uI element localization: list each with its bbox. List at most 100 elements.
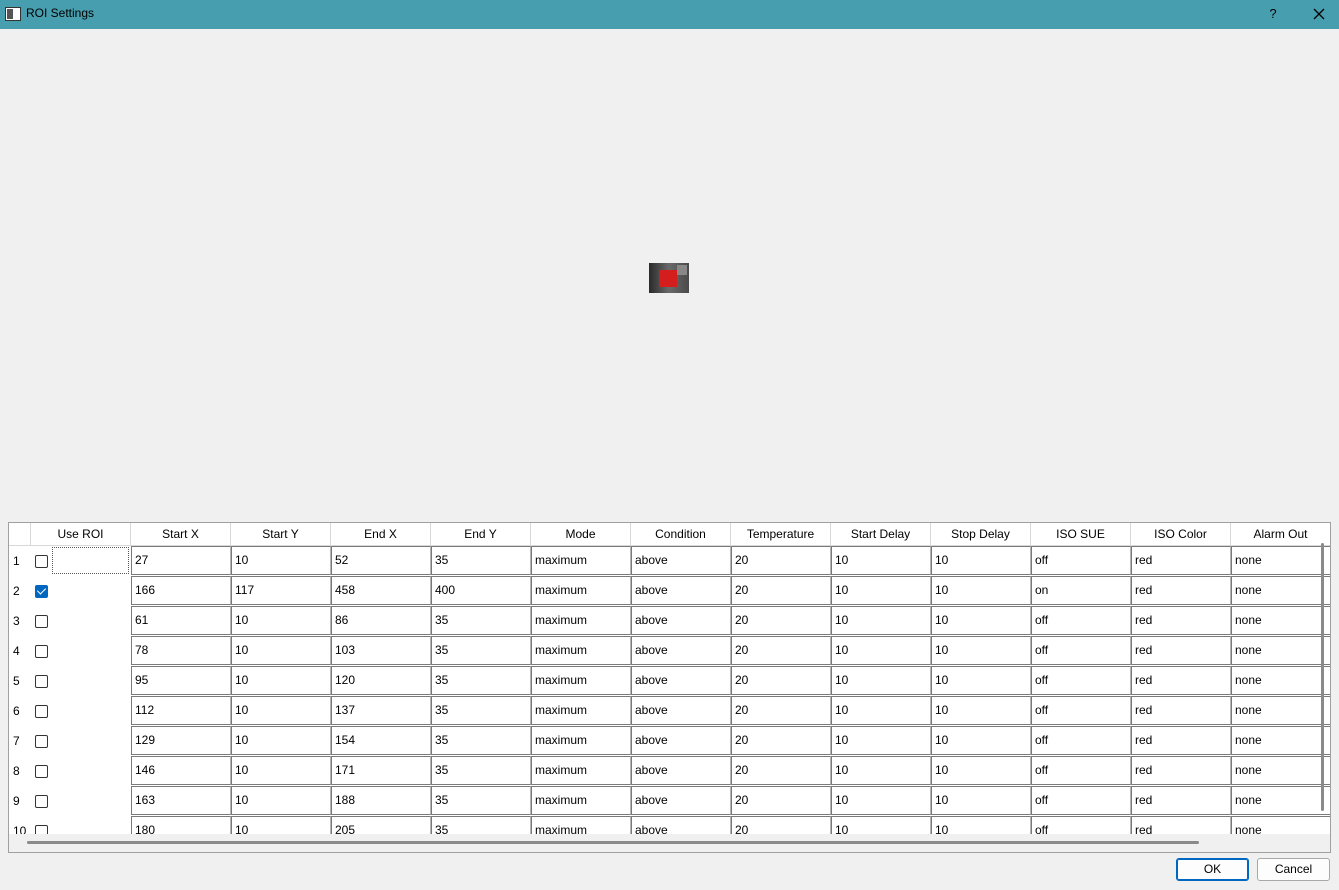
table-cell[interactable]: none bbox=[1231, 666, 1330, 695]
column-header[interactable]: ISO SUE bbox=[1031, 523, 1131, 546]
table-cell[interactable]: off bbox=[1031, 546, 1131, 575]
table-cell[interactable]: 166 bbox=[131, 576, 231, 605]
table-cell[interactable]: 35 bbox=[431, 636, 531, 665]
table-cell[interactable]: 10 bbox=[231, 756, 331, 785]
cancel-button[interactable]: Cancel bbox=[1257, 858, 1330, 881]
table-cell[interactable]: 95 bbox=[131, 666, 231, 695]
table-cell[interactable]: 163 bbox=[131, 786, 231, 815]
table-cell[interactable]: none bbox=[1231, 786, 1330, 815]
table-cell[interactable]: red bbox=[1131, 756, 1231, 785]
table-cell[interactable]: 10 bbox=[231, 696, 331, 725]
table-cell[interactable]: 10 bbox=[831, 606, 931, 635]
use-roi-checkbox[interactable] bbox=[35, 585, 48, 598]
table-cell[interactable]: none bbox=[1231, 636, 1330, 665]
table-cell[interactable]: above bbox=[631, 546, 731, 575]
table-cell[interactable]: off bbox=[1031, 786, 1131, 815]
table-cell[interactable]: 10 bbox=[931, 696, 1031, 725]
table-cell[interactable]: 10 bbox=[831, 666, 931, 695]
use-roi-checkbox[interactable] bbox=[35, 765, 48, 778]
table-cell[interactable]: maximum bbox=[531, 606, 631, 635]
help-button[interactable]: ? bbox=[1258, 0, 1288, 29]
table-cell[interactable]: red bbox=[1131, 666, 1231, 695]
table-cell[interactable]: 20 bbox=[731, 666, 831, 695]
table-cell[interactable]: 27 bbox=[131, 546, 231, 575]
vertical-scrollbar[interactable] bbox=[1321, 543, 1324, 811]
table-cell[interactable]: maximum bbox=[531, 696, 631, 725]
table-cell[interactable]: 129 bbox=[131, 726, 231, 755]
table-cell[interactable]: red bbox=[1131, 606, 1231, 635]
table-cell[interactable]: 10 bbox=[831, 546, 931, 575]
table-cell[interactable]: 112 bbox=[131, 696, 231, 725]
table-cell[interactable]: none bbox=[1231, 756, 1330, 785]
column-header[interactable]: Stop Delay bbox=[931, 523, 1031, 546]
column-header[interactable]: Alarm Out bbox=[1231, 523, 1330, 546]
table-cell[interactable]: 35 bbox=[431, 546, 531, 575]
use-roi-checkbox[interactable] bbox=[35, 555, 48, 568]
table-cell[interactable]: off bbox=[1031, 606, 1131, 635]
table-cell[interactable]: 10 bbox=[831, 636, 931, 665]
column-header[interactable]: ISO Color bbox=[1131, 523, 1231, 546]
table-cell[interactable]: 20 bbox=[731, 756, 831, 785]
table-cell[interactable]: on bbox=[1031, 576, 1131, 605]
table-cell[interactable]: off bbox=[1031, 696, 1131, 725]
table-cell[interactable]: 154 bbox=[331, 726, 431, 755]
table-cell[interactable]: 171 bbox=[331, 756, 431, 785]
table-cell[interactable]: 10 bbox=[831, 576, 931, 605]
table-cell[interactable]: none bbox=[1231, 576, 1330, 605]
table-cell[interactable]: 20 bbox=[731, 606, 831, 635]
horizontal-scrollbar[interactable] bbox=[27, 841, 1199, 844]
table-cell[interactable]: 10 bbox=[831, 726, 931, 755]
table-cell[interactable]: above bbox=[631, 636, 731, 665]
table-cell[interactable]: 35 bbox=[431, 696, 531, 725]
table-cell[interactable]: red bbox=[1131, 786, 1231, 815]
use-roi-checkbox[interactable] bbox=[35, 645, 48, 658]
table-cell[interactable]: red bbox=[1131, 726, 1231, 755]
table-cell[interactable]: 20 bbox=[731, 726, 831, 755]
column-header[interactable]: Temperature bbox=[731, 523, 831, 546]
table-cell[interactable]: off bbox=[1031, 756, 1131, 785]
table-cell[interactable]: 146 bbox=[131, 756, 231, 785]
table-cell[interactable]: above bbox=[631, 576, 731, 605]
table-cell[interactable]: 10 bbox=[831, 696, 931, 725]
table-cell[interactable]: 10 bbox=[931, 726, 1031, 755]
table-cell[interactable]: 10 bbox=[931, 546, 1031, 575]
table-cell[interactable]: 458 bbox=[331, 576, 431, 605]
table-cell[interactable]: red bbox=[1131, 696, 1231, 725]
table-cell[interactable]: 10 bbox=[931, 606, 1031, 635]
table-cell[interactable]: none bbox=[1231, 606, 1330, 635]
table-cell[interactable]: 20 bbox=[731, 546, 831, 575]
focused-cell[interactable] bbox=[52, 547, 129, 574]
use-roi-checkbox[interactable] bbox=[35, 675, 48, 688]
table-cell[interactable]: off bbox=[1031, 636, 1131, 665]
table-cell[interactable]: maximum bbox=[531, 666, 631, 695]
table-cell[interactable]: red bbox=[1131, 636, 1231, 665]
table-cell[interactable]: 35 bbox=[431, 726, 531, 755]
table-cell[interactable]: 103 bbox=[331, 636, 431, 665]
column-header[interactable]: Condition bbox=[631, 523, 731, 546]
table-cell[interactable]: none bbox=[1231, 726, 1330, 755]
table-cell[interactable]: 10 bbox=[931, 756, 1031, 785]
ok-button[interactable]: OK bbox=[1176, 858, 1249, 881]
table-cell[interactable]: 188 bbox=[331, 786, 431, 815]
table-cell[interactable]: above bbox=[631, 606, 731, 635]
column-header[interactable]: End Y bbox=[431, 523, 531, 546]
table-cell[interactable]: above bbox=[631, 786, 731, 815]
table-cell[interactable]: 10 bbox=[931, 666, 1031, 695]
table-cell[interactable]: 35 bbox=[431, 756, 531, 785]
table-cell[interactable]: 400 bbox=[431, 576, 531, 605]
table-cell[interactable]: maximum bbox=[531, 786, 631, 815]
use-roi-checkbox[interactable] bbox=[35, 705, 48, 718]
table-cell[interactable]: 86 bbox=[331, 606, 431, 635]
table-cell[interactable]: red bbox=[1131, 546, 1231, 575]
use-roi-checkbox[interactable] bbox=[35, 735, 48, 748]
table-cell[interactable]: none bbox=[1231, 696, 1330, 725]
table-cell[interactable]: maximum bbox=[531, 756, 631, 785]
table-cell[interactable]: 10 bbox=[231, 546, 331, 575]
table-cell[interactable]: 10 bbox=[831, 786, 931, 815]
table-cell[interactable]: 10 bbox=[931, 576, 1031, 605]
table-cell[interactable]: 10 bbox=[231, 726, 331, 755]
table-cell[interactable]: above bbox=[631, 696, 731, 725]
table-cell[interactable]: 10 bbox=[231, 786, 331, 815]
table-cell[interactable]: maximum bbox=[531, 726, 631, 755]
table-cell[interactable]: 10 bbox=[831, 756, 931, 785]
